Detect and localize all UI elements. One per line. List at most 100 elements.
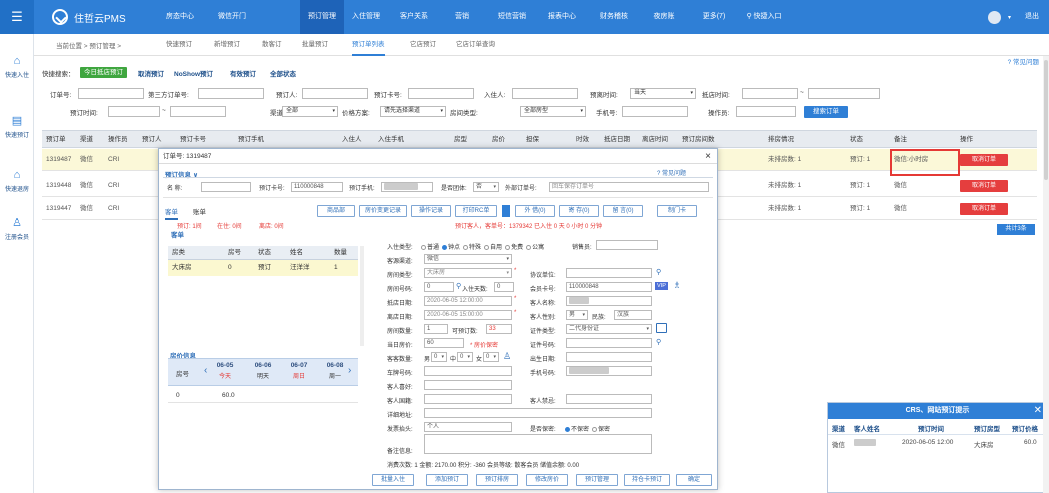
people-icon[interactable]: ♙ [503,351,511,362]
ext-order-input[interactable]: 回车保存订单号 [549,182,709,192]
menu-toggle-icon[interactable]: ☰ [0,0,34,34]
guest-female-select[interactable]: 0 [483,352,499,362]
tab-batch-booking[interactable]: 批量预订 [302,34,328,56]
tab-guest[interactable]: 客单 [165,206,178,220]
invoice-input[interactable]: 个人 [424,422,512,432]
radio-self[interactable] [484,245,490,250]
chevron-down-icon[interactable]: ▾ [1008,14,1011,21]
price-change-log-button[interactable]: 房价变更记录 [359,205,407,217]
info-icon[interactable] [502,205,510,217]
search-icon[interactable]: ⚲ [456,282,461,290]
arrival-end-input[interactable] [808,88,880,99]
id-no-input[interactable] [566,338,652,348]
radio-apartment[interactable] [526,245,532,250]
sidebar-item-quick-checkin[interactable]: ⌂ 快速入住 [0,56,34,80]
hobby-input[interactable] [424,380,512,390]
goods-button[interactable]: 商品部 [317,205,355,217]
order-no-input[interactable] [78,88,144,99]
radio-secret[interactable] [592,427,598,432]
modal-help-link[interactable]: ? 常见问题 [657,168,686,177]
room-type-form-select[interactable]: 大床房 [424,268,512,278]
count-input[interactable]: 1 [424,324,448,334]
nav-night-audit[interactable]: 夜房账 [642,0,686,34]
radio-hourly[interactable] [442,245,448,250]
user-group-icon[interactable]: ♗ [673,280,681,291]
tab-walk-in[interactable]: 散客订 [262,34,282,56]
member-card-input[interactable]: 110000848 [566,282,652,292]
chevron-right-icon[interactable]: › [348,365,351,376]
guest-male-select[interactable]: 0 [431,352,447,362]
room-row[interactable]: 大床房 0 预订 汪洋洋 1 [168,260,358,276]
logout-link[interactable]: 退出 [1025,0,1039,34]
scrollbar-thumb[interactable] [1044,60,1048,180]
room-no-input[interactable]: 0 [424,282,454,292]
cancel-order-button[interactable]: 取消订单 [960,180,1008,192]
quick-today-arrival-button[interactable]: 今日抵店预订 [80,67,127,78]
nav-finance[interactable]: 财务稽核 [592,0,636,34]
search-icon[interactable]: ⚲ [656,268,661,276]
booking-phone-input[interactable] [381,182,433,192]
card-input[interactable]: 110000848 [291,182,343,192]
third-order-input[interactable] [198,88,264,99]
cancel-order-button[interactable]: 取消订单 [960,203,1008,215]
tab-booking-list[interactable]: 预订单列表 [352,34,385,56]
chevron-left-icon[interactable]: ‹ [204,365,207,376]
modify-price-button[interactable]: 修改房价 [526,474,568,486]
quick-noshow-link[interactable]: NoShow预订 [174,68,213,78]
deposit-button[interactable]: 寄 存(0) [559,205,599,217]
birthday-input[interactable] [566,352,652,362]
booking-manage-button[interactable]: 预订管理 [576,474,618,486]
agreement-input[interactable] [566,268,652,278]
make-card-button[interactable]: 制门卡 [657,205,697,217]
gender-select[interactable]: 男 [566,310,588,320]
print-rc-button[interactable]: 打印RC单 [455,205,497,217]
message-button[interactable]: 留 言(0) [603,205,643,217]
nav-booking-manage[interactable]: 预订管理 [300,0,344,34]
booker-input[interactable] [302,88,368,99]
radio-normal[interactable] [421,245,426,250]
leave-input[interactable]: 2020-06-05 15:00:00 [424,310,512,320]
id-scan-icon[interactable] [656,323,667,333]
quick-valid-link[interactable]: 有效预订 [230,68,256,78]
tab-other-hotel-booking[interactable]: 它店预订 [410,34,436,56]
price-plan-select[interactable]: 请先选择渠道 [380,106,446,117]
checkin-type-options[interactable]: 普通 钟点 特殊 自用 免费 公寓 [418,242,544,251]
arrive-input[interactable]: 2020-06-05 12:00:00 [424,296,512,306]
tab-other-hotel-query[interactable]: 它店订单查询 [456,34,495,56]
search-orders-button[interactable]: 搜索订单 [804,106,848,118]
tab-quick-booking[interactable]: 快速预订 [166,34,192,56]
source-select[interactable]: 微信 [424,254,512,264]
confirm-button[interactable]: 确定 [676,474,712,486]
secret-options[interactable]: 不保密 保密 [562,424,610,433]
nation-input[interactable]: 汉族 [614,310,652,320]
price-input[interactable]: 60 [424,338,464,348]
nav-reports[interactable]: 报表中心 [540,0,584,34]
radio-free[interactable] [505,245,511,250]
group-select[interactable]: 否 [473,182,499,192]
note-textarea[interactable] [424,434,652,454]
operation-log-button[interactable]: 操作记录 [411,205,451,217]
room-type-select[interactable]: 全部房型 [520,106,586,117]
id-type-select[interactable]: 二代身份证 [566,324,652,334]
nav-checkin-manage[interactable]: 入住管理 [344,0,388,34]
plate-input[interactable] [424,366,512,376]
quick-cancelled-link[interactable]: 取消预订 [138,68,164,78]
booking-card-input[interactable] [408,88,474,99]
sidebar-item-quick-booking[interactable]: ▤ 快速预订 [0,116,34,140]
mobile-input[interactable] [566,366,652,376]
guest-mid-select[interactable]: 0 [457,352,473,362]
search-icon[interactable]: ⚲ [656,338,661,346]
nav-more[interactable]: 更多(7) [692,0,736,34]
radio-not-secret[interactable] [565,427,570,432]
cancel-order-button[interactable]: 取消订单 [960,154,1008,166]
name-input[interactable] [201,182,251,192]
booking-start-input[interactable] [108,106,160,117]
tab-new-booking[interactable]: 新增预订 [214,34,240,56]
quick-all-status-link[interactable]: 全部状态 [270,68,296,78]
sidebar-item-register-member[interactable]: ♙ 注册会员 [0,218,34,242]
card-booking-button[interactable]: 持仓卡预订 [624,474,670,486]
nav-sms[interactable]: 短信营销 [490,0,534,34]
operator-input[interactable] [736,106,796,117]
sales-input[interactable] [596,240,658,250]
nav-shortcut[interactable]: ⚲ 快捷入口 [738,0,790,34]
